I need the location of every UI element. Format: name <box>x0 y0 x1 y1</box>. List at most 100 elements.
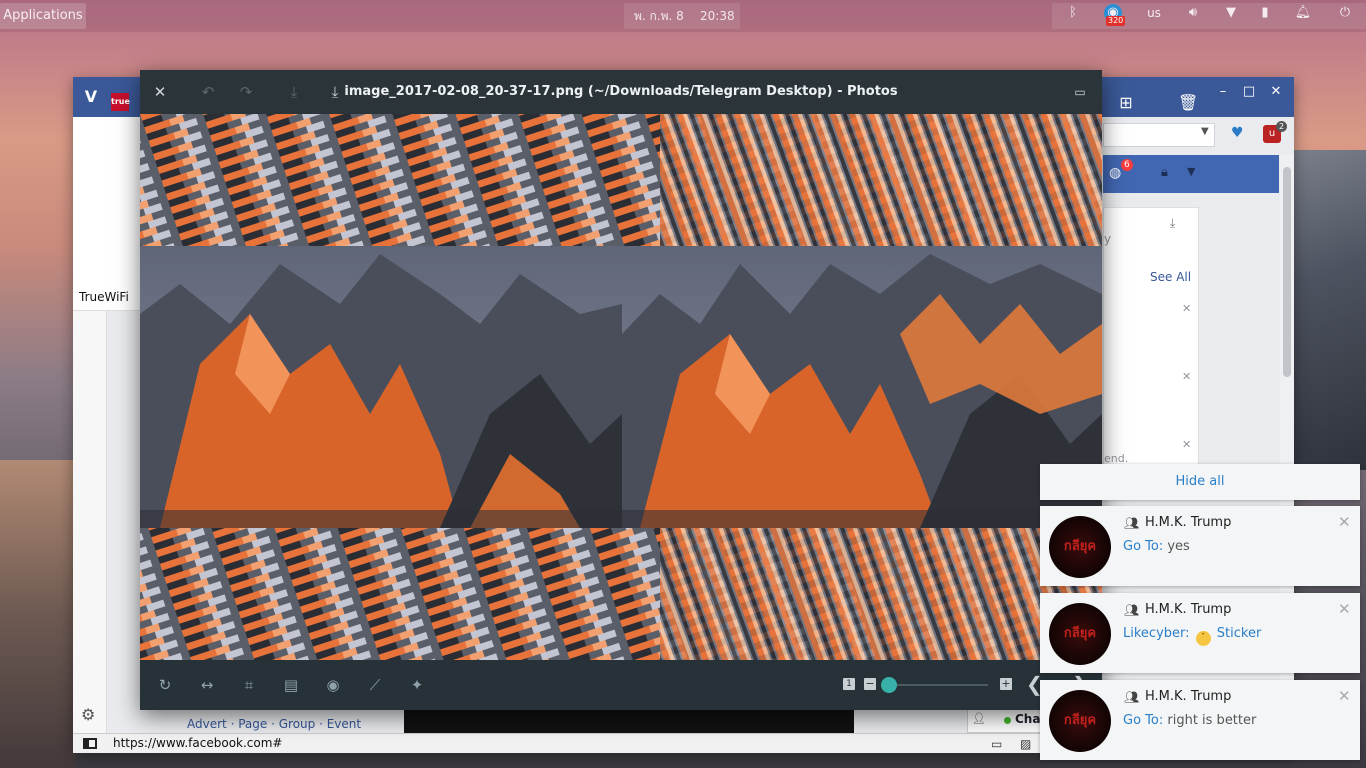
zoom-slider-handle[interactable] <box>881 677 897 693</box>
power-icon[interactable]: ⏻ <box>1336 4 1354 22</box>
vivaldi-menu-icon[interactable]: V <box>81 87 101 107</box>
status-url: https://www.facebook.com# <box>113 736 283 750</box>
scrollbar-thumb[interactable] <box>1283 167 1291 377</box>
flip-icon[interactable]: ↔ <box>197 675 217 695</box>
add-friend-icon[interactable]: 👤︎ <box>972 712 986 725</box>
download-icon[interactable]: ⤓ <box>1170 216 1175 231</box>
rotate-icon[interactable]: ↻ <box>155 675 175 695</box>
wallpaper-mountain-left <box>0 460 75 768</box>
notification-bell-icon[interactable]: 🔔︎ <box>1294 4 1312 22</box>
facebook-bluebar: ◍ 6 🔒︎ ▼ <box>1103 155 1279 193</box>
group-icon: 👥︎ <box>1124 603 1140 617</box>
photos-header: image_2017-02-08_20-37-17.png (~/Downloa… <box>140 70 1102 114</box>
ublock-badge: 2 <box>1276 121 1288 132</box>
message-text: right is better <box>1163 713 1257 728</box>
notification-item[interactable]: กลียุค 👥︎ H.M.K. Trump ✕ Likecyber: ˇ St… <box>1040 593 1360 673</box>
notification-message: Go To: right is better <box>1123 713 1256 728</box>
address-field[interactable] <box>1103 123 1215 147</box>
close-icon[interactable]: ✕ <box>1265 83 1287 101</box>
hide-all-notifications-button[interactable]: Hide all <box>1040 464 1360 500</box>
privacy-lock-icon[interactable]: 🔒︎ <box>1161 165 1168 180</box>
avatar: กลียุค <box>1049 516 1111 578</box>
footer-link-event[interactable]: Event <box>327 717 361 731</box>
redeye-icon[interactable]: ◉ <box>323 675 343 695</box>
footer-links: Advert · Page · Group · Event <box>187 717 362 731</box>
straighten-icon[interactable]: ▤ <box>281 675 301 695</box>
zoom-out-button[interactable]: − <box>864 678 876 690</box>
undo-icon[interactable]: ↶ <box>198 82 218 102</box>
angry-face-icon: ˇ <box>1195 631 1211 646</box>
avatar: กลียุค <box>1049 603 1111 665</box>
message-author: Go To: <box>1123 539 1164 554</box>
online-dot <box>1004 717 1011 724</box>
tray-badge: 320 <box>1106 16 1126 26</box>
notifications-globe-icon[interactable]: ◍ <box>1109 165 1121 181</box>
applications-menu-button[interactable]: Applications <box>0 3 86 29</box>
message-text: yes <box>1163 539 1190 554</box>
new-tab-icon[interactable]: ⊞ <box>1116 93 1136 113</box>
notification-message: Go To: yes <box>1123 539 1190 554</box>
settings-gear-icon[interactable]: ⚙ <box>81 705 95 724</box>
message-text: Sticker <box>1216 626 1262 641</box>
panel-strip <box>73 311 107 741</box>
photos-window: image_2017-02-08_20-37-17.png (~/Downloa… <box>140 70 1102 710</box>
wifi-icon[interactable]: ▼ <box>1222 4 1240 22</box>
zoom-actual-size-button[interactable]: 1 <box>843 678 855 690</box>
redo-icon[interactable]: ↷ <box>236 82 256 102</box>
notifications-count: 6 <box>1121 159 1133 171</box>
chevron-down-icon[interactable]: ▼ <box>1201 126 1209 137</box>
truewifi-tab[interactable]: TrueWiFi <box>73 283 140 311</box>
close-icon[interactable]: ✕ <box>150 82 170 102</box>
crop-icon[interactable]: ⌗ <box>239 675 259 695</box>
close-icon[interactable]: ✕ <box>1338 687 1351 705</box>
photos-toolbar: ↻ ↔ ⌗ ▤ ◉ ⟋ ✦ 1 − + ❮ ❯ <box>140 660 1102 710</box>
trash-icon[interactable]: 🗑︎ <box>1178 93 1198 113</box>
restore-window-icon[interactable]: ▭ <box>1070 82 1090 102</box>
card-text: y <box>1104 232 1112 246</box>
save-icon[interactable]: ⤓ <box>325 82 345 102</box>
footer-link-group[interactable]: Group <box>279 717 316 731</box>
top-panel: Applications พ. ก.พ. 8 20:38 ᛒ ◉ 320 us … <box>0 0 1366 32</box>
dismiss-icon[interactable]: ✕ <box>1182 302 1191 315</box>
true-tab-favicon[interactable]: true <box>111 93 130 111</box>
window-icon[interactable]: ▭ <box>991 737 1002 751</box>
video-strip <box>404 709 854 733</box>
browser-side-panel <box>73 117 140 307</box>
clock[interactable]: พ. ก.พ. 8 20:38 <box>624 3 740 29</box>
avatar: กลียุค <box>1049 690 1111 752</box>
system-tray <box>1052 3 1366 29</box>
extension-v-icon[interactable]: ♥ <box>1231 125 1244 141</box>
account-caret-icon[interactable]: ▼ <box>1187 165 1195 178</box>
notification-message: Likecyber: ˇ Sticker <box>1123 626 1261 646</box>
keyboard-layout[interactable]: us <box>1142 4 1166 22</box>
notification-sender: H.M.K. Trump <box>1145 602 1232 617</box>
notification-item[interactable]: กลียุค 👥︎ H.M.K. Trump ✕ Go To: right is… <box>1040 680 1360 760</box>
group-icon: 👥︎ <box>1124 690 1140 704</box>
export-icon[interactable]: ⤓ <box>284 82 304 102</box>
bluetooth-icon[interactable]: ᛒ <box>1064 4 1082 22</box>
adjust-icon[interactable]: ⟋ <box>365 675 385 695</box>
message-author: Likecyber: <box>1123 626 1190 641</box>
maximize-icon[interactable]: □ <box>1238 83 1260 101</box>
dismiss-icon[interactable]: ✕ <box>1182 370 1191 383</box>
clock-date: พ. ก.พ. 8 <box>634 9 684 23</box>
notification-sender: H.M.K. Trump <box>1145 689 1232 704</box>
minimize-icon[interactable]: – <box>1212 83 1234 101</box>
close-icon[interactable]: ✕ <box>1338 600 1351 618</box>
see-all-link[interactable]: See All <box>1150 270 1191 284</box>
image-icon[interactable]: ▨ <box>1020 737 1031 751</box>
zoom-in-button[interactable]: + <box>1000 678 1012 690</box>
footer-link-advert[interactable]: Advert <box>187 717 227 731</box>
close-icon[interactable]: ✕ <box>1338 513 1351 531</box>
panel-toggle-icon[interactable] <box>83 738 97 749</box>
footer-link-page[interactable]: Page <box>238 717 267 731</box>
dismiss-icon[interactable]: ✕ <box>1182 438 1191 451</box>
enhance-wand-icon[interactable]: ✦ <box>407 675 427 695</box>
battery-icon[interactable]: ▮ <box>1256 4 1274 22</box>
clock-time: 20:38 <box>700 9 735 23</box>
chat-box[interactable]: 👤︎ Chat <box>967 707 1047 733</box>
notification-item[interactable]: กลียุค 👥︎ H.M.K. Trump ✕ Go To: yes <box>1040 506 1360 586</box>
volume-icon[interactable]: 🔊︎ <box>1184 4 1202 22</box>
zoom-slider[interactable] <box>888 684 988 686</box>
photo-canvas[interactable] <box>140 114 1102 660</box>
